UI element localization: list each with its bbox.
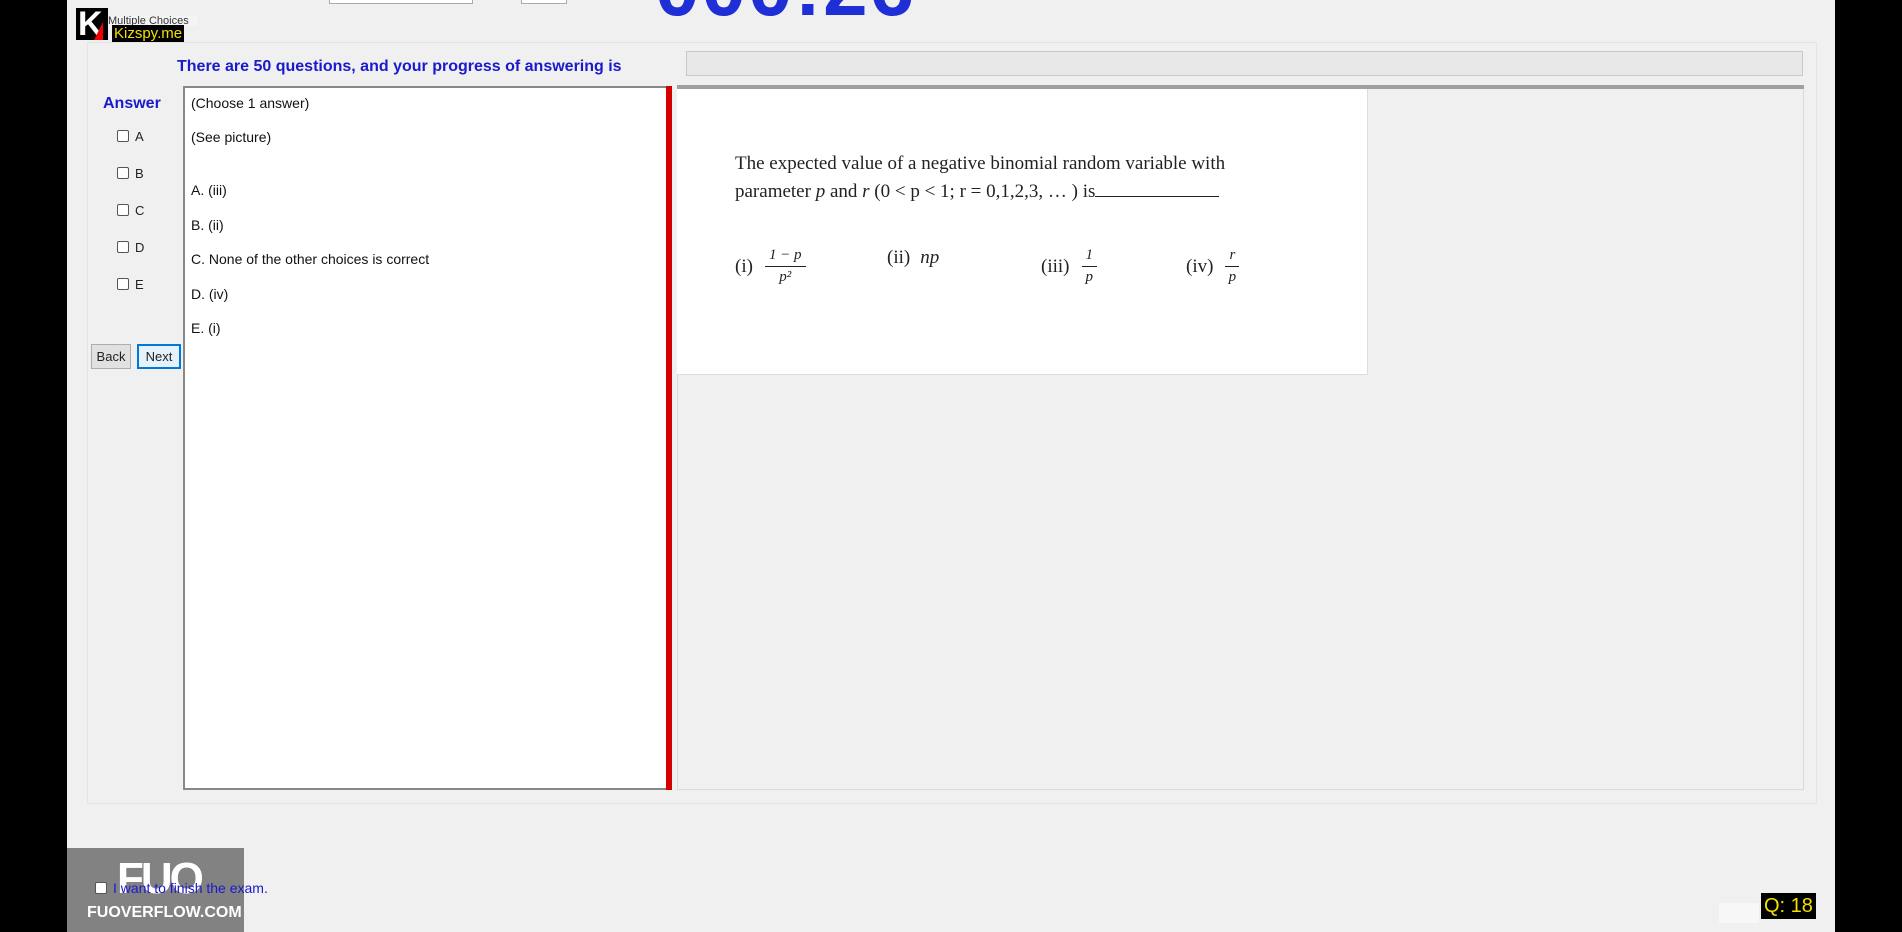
picture-choice-expression: np (920, 247, 940, 268)
picture-blank (1095, 196, 1220, 197)
picture-line-1: The expected value of a negative binomia… (735, 153, 1226, 174)
fraction-numerator: r (1225, 247, 1240, 267)
picture-is-word: is (1082, 181, 1096, 202)
picture-choice-4: (iv) r p (1186, 247, 1240, 286)
answer-option-label: E (135, 276, 144, 292)
answer-option-c[interactable]: C (117, 200, 144, 220)
question-choice: D. (iv) (191, 285, 229, 302)
timer: 000:26 (655, 0, 916, 34)
answer-option-d[interactable]: D (117, 237, 144, 257)
finish-exam-option[interactable]: I want to finish the exam. (95, 880, 268, 896)
question-see-picture: (See picture) (191, 129, 272, 145)
question-picture: The expected value of a negative binomia… (677, 89, 1368, 375)
status-box (1719, 903, 1759, 923)
picture-line-2: parameter p and r (0 < p < 1; r = 0,1,2,… (735, 178, 1225, 206)
question-counter: Q: 18 (1761, 893, 1816, 919)
fraction-denominator: p (1085, 269, 1094, 285)
finish-exam-label: I want to finish the exam. (113, 880, 268, 896)
question-instruction: (Choose 1 answer) (191, 95, 310, 111)
answer-option-a[interactable]: A (117, 126, 144, 146)
picture-choice-fraction: rp (1225, 247, 1240, 286)
answer-checkbox[interactable] (117, 130, 129, 142)
finish-exam-checkbox[interactable] (95, 882, 107, 894)
picture-p-symbol: p (815, 181, 826, 202)
picture-parameter-word: parameter (735, 181, 811, 202)
fraction-numerator: 1 − p (764, 247, 806, 267)
answer-checkbox[interactable] (117, 241, 129, 253)
top-dropdown[interactable] (329, 0, 473, 4)
picture-condition: (0 < p < 1; r = 0,1,2,3, … ) (874, 181, 1078, 202)
answer-option-e[interactable]: E (117, 274, 144, 294)
picture-choice-label: (iii) (1041, 255, 1070, 277)
panel-splitter[interactable] (666, 86, 672, 790)
answer-checkbox[interactable] (117, 278, 129, 290)
picture-choice-label: (i) (735, 255, 753, 277)
picture-choice-fraction: 1 − p p² (764, 247, 806, 286)
answer-option-label: A (135, 128, 144, 144)
question-choice: B. (ii) (191, 216, 224, 233)
watermark-text: Kizspy.me (112, 25, 185, 43)
progress-bar (686, 51, 1803, 76)
picture-choice-fraction: 1p (1081, 247, 1097, 286)
answer-label: Answer (103, 95, 161, 112)
picture-choice-3: (iii) 1 p (1041, 247, 1097, 286)
fraction-denominator: p (1228, 269, 1237, 285)
answer-option-label: B (135, 165, 144, 181)
kizspy-logo-icon: K (76, 5, 108, 43)
question-choice: C. None of the other choices is correct (191, 251, 430, 267)
picture-choice-label: (ii) (887, 247, 911, 268)
picture-and-word: and (829, 181, 858, 202)
answer-option-label: D (135, 239, 145, 255)
back-button[interactable]: Back (91, 344, 131, 369)
answer-checkbox[interactable] (117, 167, 129, 179)
fraction-denominator: p² (779, 269, 792, 285)
progress-label: There are 50 questions, and your progres… (177, 58, 622, 75)
picture-r-symbol: r (862, 181, 870, 202)
next-button[interactable]: Next (137, 344, 181, 369)
picture-choice-1: (i) 1 − p p² (735, 247, 806, 286)
question-choice: E. (i) (191, 320, 221, 336)
picture-choice-2: (ii) np (887, 247, 939, 269)
answer-option-label: C (135, 202, 145, 218)
fuo-logo-icon: FUO (117, 854, 204, 903)
question-panel: (Choose 1 answer) (See picture) A. (iii)… (183, 86, 668, 790)
picture-choice-label: (iv) (1186, 255, 1214, 277)
picture-statement: The expected value of a negative binomia… (735, 150, 1225, 206)
fraction-numerator: 1 (1081, 247, 1097, 267)
answer-checkbox[interactable] (117, 204, 129, 216)
top-small-field[interactable] (521, 0, 567, 4)
question-choice: A. (iii) (191, 182, 227, 198)
fuo-site-text: FUOVERFLOW.COM (87, 904, 242, 921)
answer-option-b[interactable]: B (117, 163, 144, 183)
